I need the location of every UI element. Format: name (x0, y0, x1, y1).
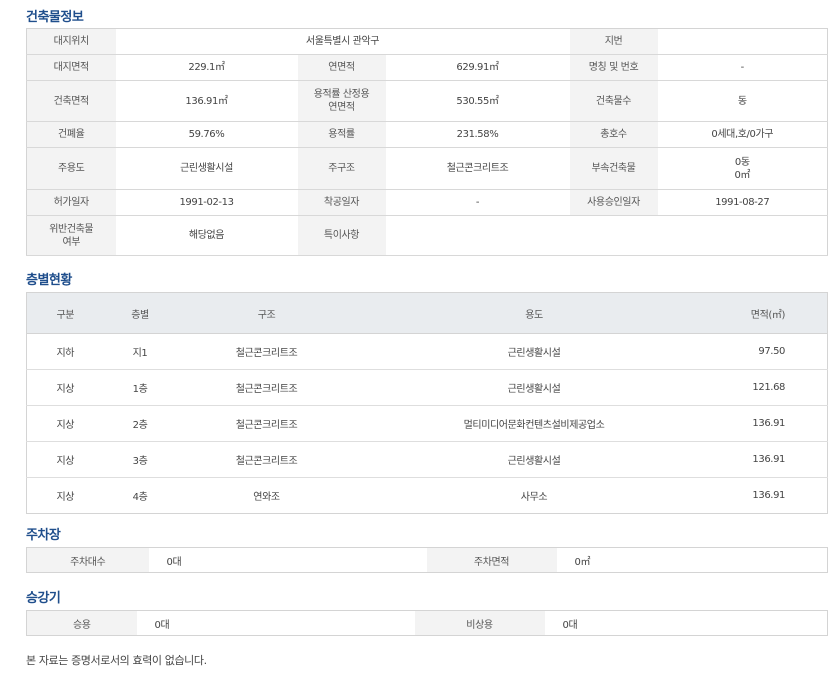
households-value: 0세대,호/0가구 (657, 121, 828, 148)
site-location-label: 대지위치 (26, 28, 116, 55)
floor-cell-type: 지상 (26, 441, 104, 478)
floor-cell-floor: 3층 (103, 441, 177, 478)
building-count-value: 동 (657, 80, 828, 122)
total-floor-area-value: 629.91㎡ (385, 54, 570, 81)
section-title-floors: 층별현황 (26, 273, 72, 288)
floor-cell-floor: 지1 (103, 333, 177, 370)
violation-label-line1: 위반건축물 (49, 223, 94, 235)
site-location-value: 서울특별시 관악구 (115, 28, 570, 55)
table-row: 지하 지1 철근콘크리트조 근린생활시설 97.50 (26, 333, 828, 370)
total-floor-area-label: 연면적 (297, 54, 386, 81)
violation-label-line2: 여부 (62, 236, 81, 248)
structure-value: 철근콘크리트조 (385, 147, 570, 190)
floor-header-use: 용도 (356, 292, 712, 334)
violation-label: 위반건축물 여부 (26, 215, 116, 256)
annex-count: 0동 (734, 156, 750, 168)
floor-cell-area: 136.91 (711, 405, 828, 442)
building-count-label: 건축물수 (569, 80, 658, 122)
name-label: 명칭 및 번호 (569, 54, 658, 81)
floor-cell-area: 121.68 (711, 369, 828, 406)
floor-cell-use: 사무소 (520, 492, 548, 503)
floor-cell-use: 근린생활시설 (356, 369, 712, 406)
structure-label: 주구조 (297, 147, 386, 190)
floor-cell-use: 근린생활시설 (356, 333, 712, 370)
elevator-passenger-value: 0대 (154, 619, 170, 631)
approval-date-value: 1991-08-27 (657, 189, 828, 216)
table-row: 지상 3층 철근콘크리트조 근린생활시설 136.91 (26, 441, 828, 478)
far-value: 231.58% (385, 121, 570, 148)
bcr-value: 59.76% (115, 121, 298, 148)
floor-cell-floor: 2층 (103, 405, 177, 442)
elevator-passenger-label: 승용 (26, 610, 137, 636)
far-label: 용적률 (297, 121, 386, 148)
far-area-value: 530.55㎡ (385, 80, 570, 122)
floor-header-structure: 구조 (176, 292, 357, 334)
permit-date-label: 허가일자 (26, 189, 116, 216)
bcr-label: 건폐율 (26, 121, 116, 148)
floor-cell-use: 멀티미디어문화컨텐츠설비제공업소 (356, 405, 712, 442)
building-info-table: 대지위치 서울특별시 관악구 지번 대지면적 229.1㎡ 연면적 629.91… (26, 28, 828, 256)
parking-count-label: 주차대수 (26, 547, 149, 573)
start-date-label: 착공일자 (297, 189, 386, 216)
floor-cell-type: 지상 (26, 369, 104, 406)
site-area-value: 229.1㎡ (115, 54, 298, 81)
table-row: 지상 2층 철근콘크리트조 멀티미디어문화컨텐츠설비제공업소 136.91 (26, 405, 828, 442)
floor-cell-structure: 철근콘크리트조 (176, 369, 357, 406)
parking-area-value: 0㎡ (574, 556, 591, 568)
floor-cell-floor: 1층 (103, 369, 177, 406)
floor-cell-structure: 철근콘크리트조 (176, 405, 357, 442)
elevator-emergency-value: 0대 (562, 619, 578, 631)
violation-value: 해당없음 (115, 215, 298, 256)
floor-header-area: 면적(㎡) (711, 292, 828, 334)
floor-cell-type: 지하 (26, 333, 104, 370)
section-title-parking: 주차장 (26, 528, 61, 543)
far-area-label-line1: 용적률 산정용 (313, 89, 370, 100)
floor-cell-structure: 연와조 (253, 492, 280, 503)
permit-date-value: 1991-02-13 (115, 189, 298, 216)
remarks-label: 특이사항 (297, 215, 386, 256)
table-row: 지상 4층 연와조 사무소 136.91 (27, 478, 828, 514)
name-value: - (657, 54, 828, 81)
floor-header-floor: 층별 (103, 292, 177, 334)
main-use-label: 주용도 (26, 147, 116, 190)
main-use-value: 근린생활시설 (115, 147, 298, 190)
floor-header-type: 구분 (26, 292, 104, 334)
far-area-label-line2: 연면적 (328, 102, 355, 113)
annex-area: 0㎡ (734, 169, 751, 181)
lot-label: 지번 (569, 28, 658, 55)
floor-cell-structure: 철근콘크리트조 (176, 333, 357, 370)
start-date-value: - (385, 189, 570, 216)
annex-label: 부속건축물 (569, 147, 658, 190)
households-label: 총호수 (569, 121, 658, 148)
floor-cell-area: 136.91 (711, 441, 828, 478)
approval-date-label: 사용승인일자 (569, 189, 658, 216)
floor-cell-structure: 철근콘크리트조 (176, 441, 357, 478)
floor-cell-area: 97.50 (711, 333, 828, 370)
floor-cell-area: 136.91 (752, 490, 785, 501)
parking-count-value: 0대 (166, 556, 182, 568)
floor-cell-use: 근린생활시설 (356, 441, 712, 478)
floor-table: 구분 층별 구조 용도 면적(㎡) 지하 지1 철근콘크리트조 근린생활시설 9… (26, 292, 828, 514)
floor-cell-type: 지상 (56, 492, 75, 503)
annex-value: 0동 0㎡ (657, 147, 828, 190)
elevator-table: 승용 0대 비상용 0대 (26, 610, 828, 636)
disclaimer-note: 본 자료는 증명서로서의 효력이 없습니다. (26, 654, 207, 667)
section-title-building: 건축물정보 (26, 10, 84, 25)
site-area-label: 대지면적 (26, 54, 116, 81)
remarks-value (385, 215, 828, 256)
parking-area-label: 주차면적 (426, 547, 557, 573)
building-area-value: 136.91㎡ (115, 80, 298, 122)
floor-cell-floor: 4층 (132, 492, 148, 503)
building-area-label: 건축면적 (26, 80, 116, 122)
lot-value (657, 28, 828, 55)
floor-cell-type: 지상 (26, 405, 104, 442)
far-area-label: 용적률 산정용 연면적 (297, 80, 386, 122)
elevator-emergency-label: 비상용 (414, 610, 545, 636)
table-row: 지상 1층 철근콘크리트조 근린생활시설 121.68 (26, 369, 828, 406)
section-title-elevator: 승강기 (26, 591, 61, 606)
parking-table: 주차대수 0대 주차면적 0㎡ (26, 547, 828, 573)
